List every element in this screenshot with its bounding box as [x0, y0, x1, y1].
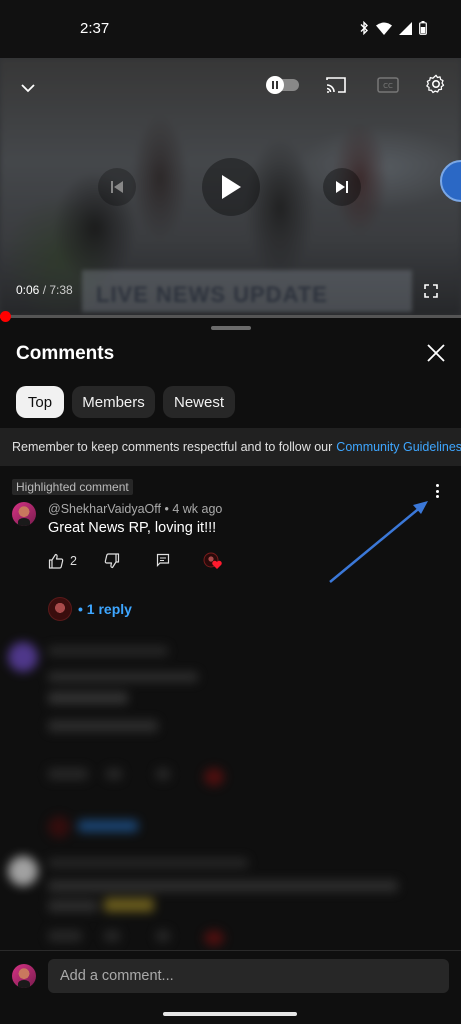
bluetooth-icon — [360, 21, 368, 35]
collapse-chevron-icon[interactable] — [16, 76, 40, 100]
status-icons — [359, 21, 427, 35]
duration: 7:38 — [49, 283, 73, 297]
meta-separator: • — [160, 502, 173, 516]
more-options-icon[interactable] — [430, 482, 444, 500]
comment-meta: @ShekharVaidyaOff • 4 wk ago — [48, 502, 222, 516]
settings-gear-icon[interactable] — [424, 72, 448, 96]
battery-icon — [419, 21, 427, 35]
add-comment-input[interactable] — [48, 959, 449, 993]
blurred-comments — [0, 636, 461, 946]
reply-button[interactable] — [156, 553, 170, 567]
thumbs-down-icon — [104, 553, 120, 569]
view-replies-button[interactable]: • 1 reply — [48, 597, 132, 621]
next-icon[interactable] — [323, 168, 361, 206]
status-time: 2:37 — [80, 20, 110, 37]
thumbs-up-icon — [48, 553, 64, 569]
avatar — [12, 964, 36, 988]
progress-scrubber[interactable] — [0, 311, 11, 322]
close-icon[interactable] — [424, 341, 448, 365]
comment-text: Great News RP, loving it!!! — [48, 520, 217, 536]
status-bar: 2:37 — [0, 0, 461, 58]
time-separator: / — [39, 283, 50, 297]
comment-reply-icon — [156, 553, 170, 567]
previous-icon[interactable] — [98, 168, 136, 206]
comments-title: Comments — [16, 343, 115, 364]
creator-heart-badge — [203, 552, 223, 570]
like-count: 2 — [70, 554, 77, 568]
current-time: 0:06 — [16, 283, 40, 297]
play-icon[interactable] — [202, 158, 260, 216]
captions-icon[interactable]: CC — [376, 73, 400, 97]
signal-icon — [399, 21, 412, 35]
creator-heart-icon — [203, 552, 222, 569]
highlighted-comment-badge: Highlighted comment — [12, 479, 133, 495]
player-time: 0:06 / 7:38 — [16, 283, 73, 297]
tab-newest[interactable]: Newest — [163, 386, 235, 418]
video-player[interactable]: LIVE NEWS UPDATE CC 0:06 / 7:38 — [0, 58, 461, 316]
wifi-icon — [376, 22, 392, 35]
cast-icon[interactable] — [324, 73, 348, 97]
progress-bar[interactable] — [0, 315, 461, 318]
avatar[interactable] — [12, 502, 36, 526]
comment-age: 4 wk ago — [172, 502, 223, 516]
fullscreen-icon[interactable] — [420, 280, 442, 302]
dislike-button[interactable] — [104, 553, 120, 569]
autoplay-toggle-icon[interactable] — [263, 75, 301, 95]
sheet-drag-handle[interactable] — [211, 326, 251, 330]
tab-top[interactable]: Top — [16, 386, 64, 418]
svg-text:CC: CC — [383, 82, 393, 90]
notice-text: Remember to keep comments respectful and… — [12, 440, 333, 454]
reply-avatar — [48, 597, 72, 621]
replies-count: • 1 reply — [78, 601, 132, 617]
home-indicator — [163, 1012, 297, 1016]
community-guidelines-link[interactable]: Community Guidelines — [336, 440, 461, 454]
tab-members[interactable]: Members — [72, 386, 155, 418]
guidelines-notice: Remember to keep comments respectful and… — [0, 428, 461, 466]
like-button[interactable]: 2 — [48, 553, 77, 569]
comment-author[interactable]: @ShekharVaidyaOff — [48, 502, 161, 516]
